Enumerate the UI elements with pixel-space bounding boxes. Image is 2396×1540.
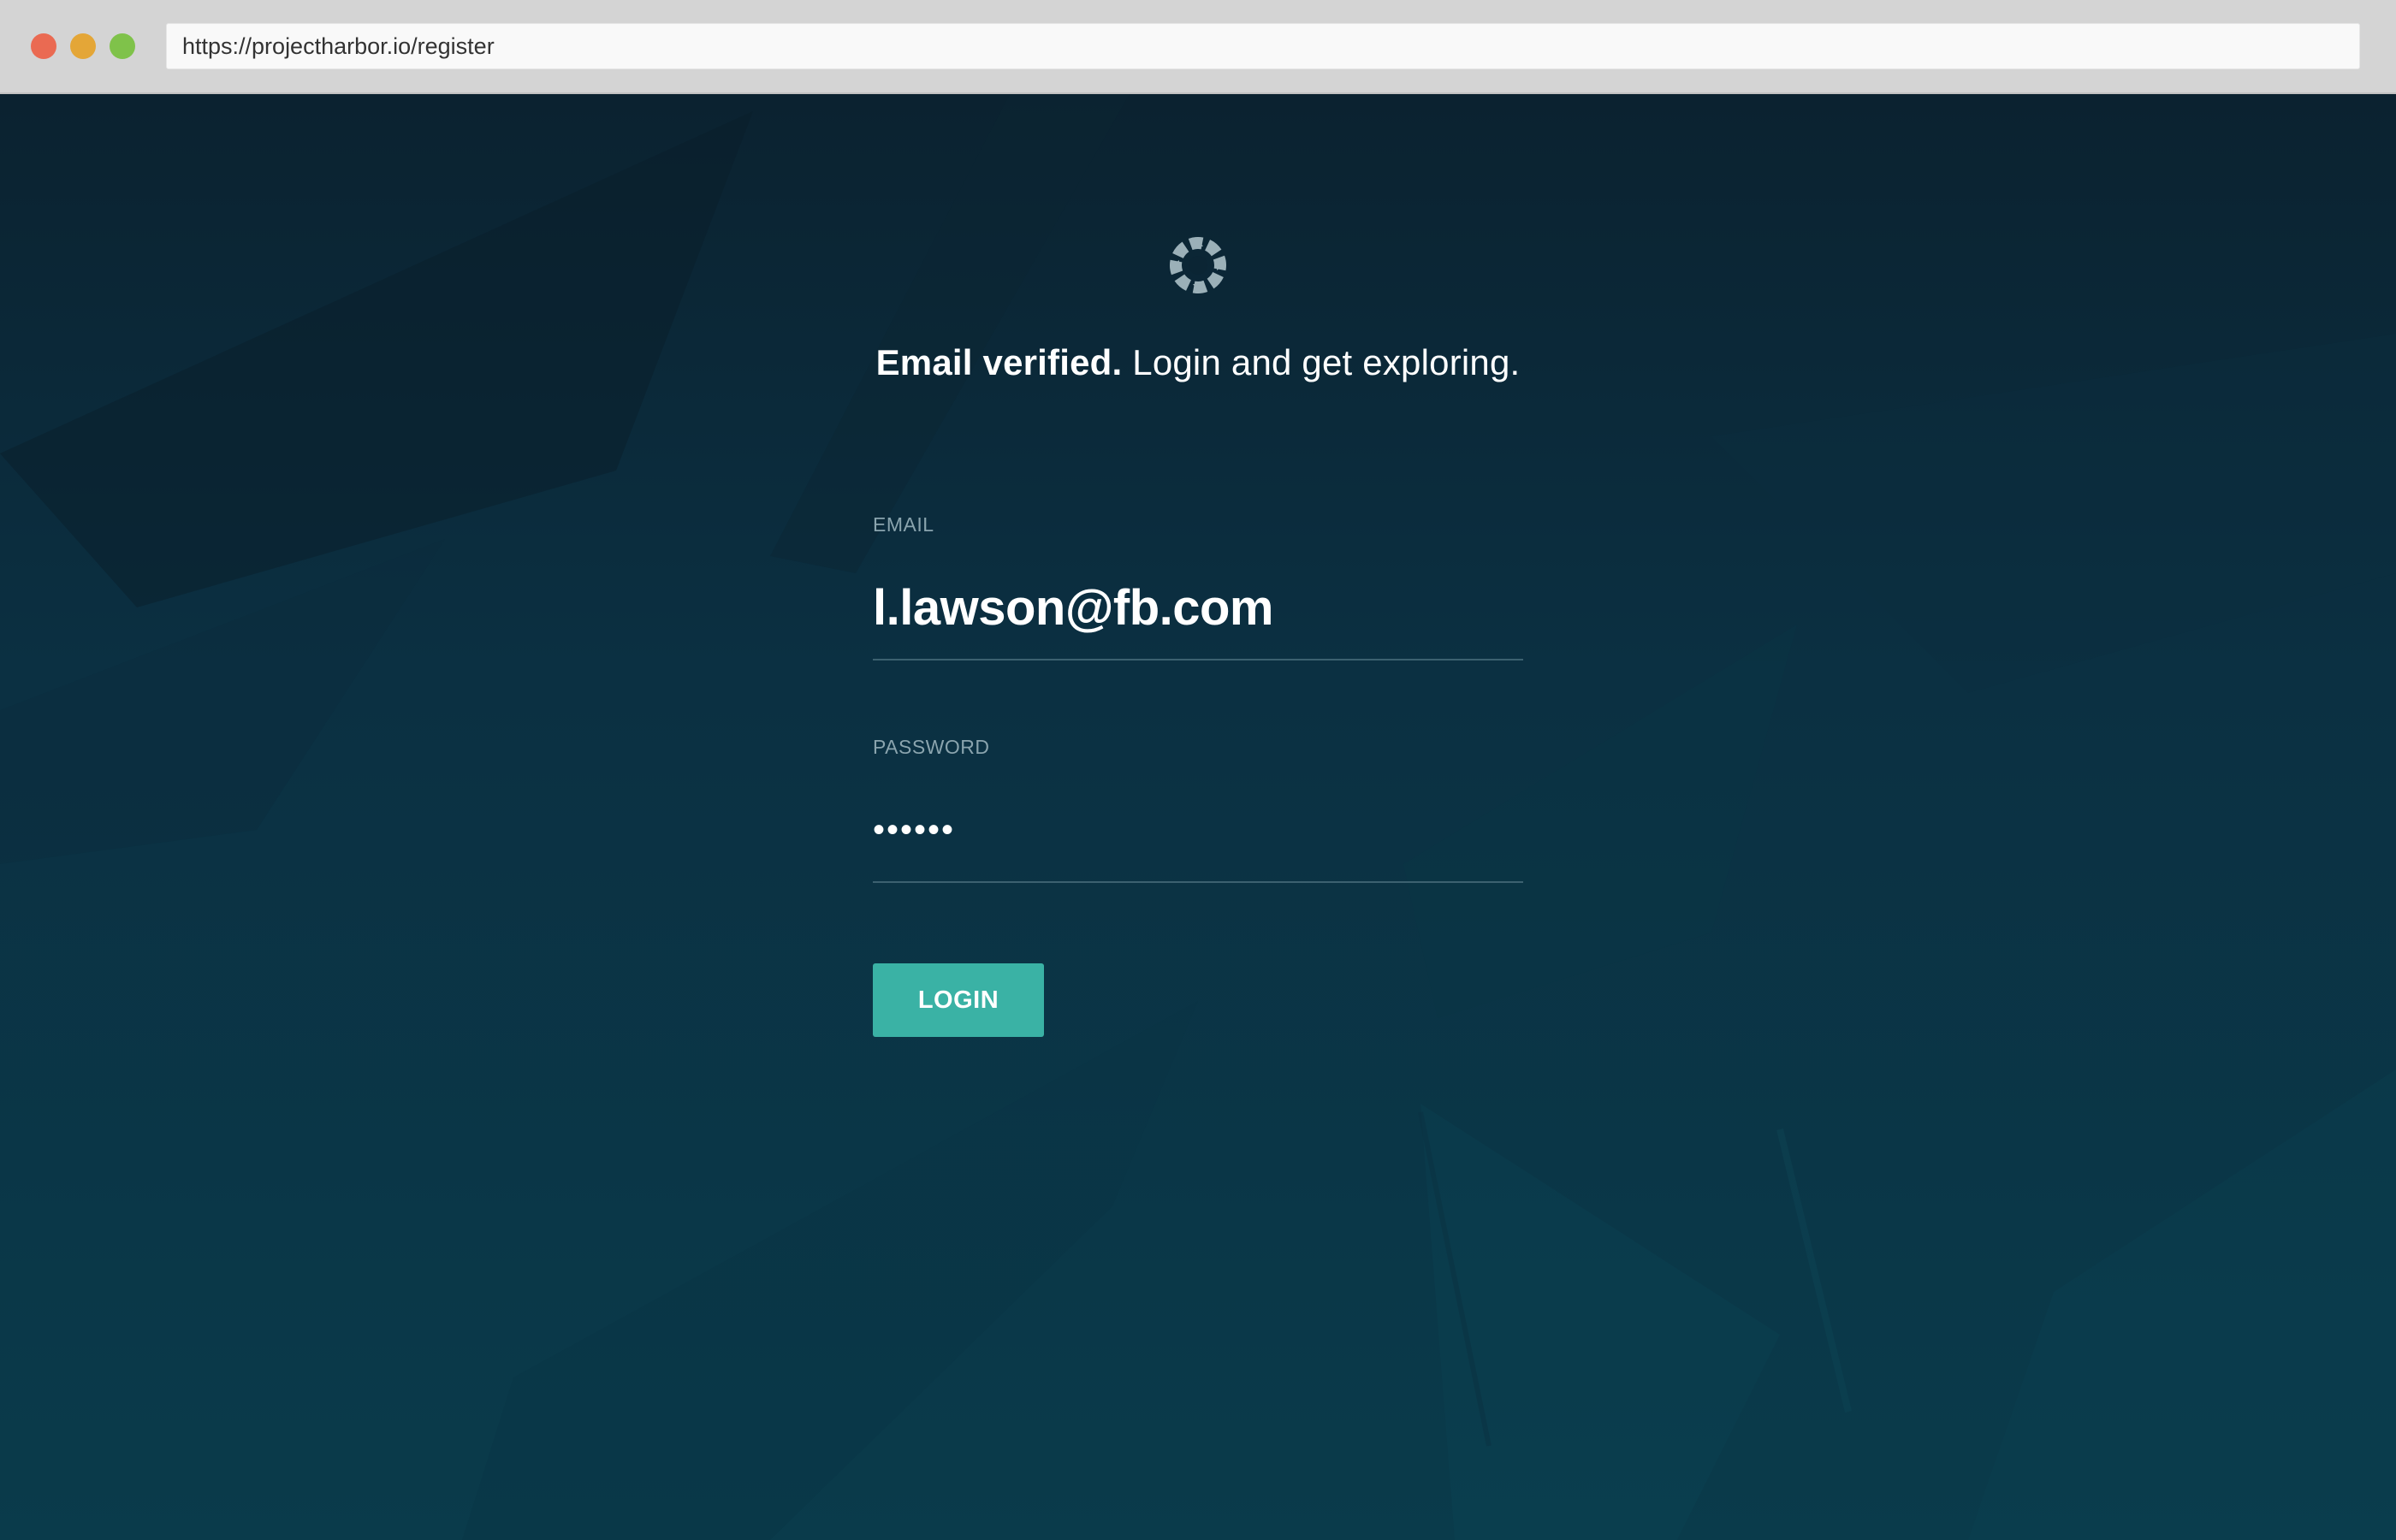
address-bar-url: https://projectharbor.io/register — [182, 33, 495, 59]
page-headline: Email verified. Login and get exploring. — [0, 342, 2396, 383]
headline-strong-text: Email verified. — [875, 342, 1123, 382]
password-field[interactable] — [873, 787, 1523, 873]
login-button[interactable]: LOGIN — [873, 963, 1044, 1037]
browser-window: https://projectharbor.io/register Email … — [0, 0, 2396, 1540]
browser-toolbar: https://projectharbor.io/register — [0, 0, 2396, 94]
address-bar[interactable]: https://projectharbor.io/register — [166, 23, 2360, 69]
minimize-window-button[interactable] — [70, 33, 96, 59]
headline-text: Login and get exploring. — [1122, 342, 1521, 382]
maximize-window-button[interactable] — [110, 33, 135, 59]
password-underline — [873, 881, 1523, 883]
lifebuoy-icon — [1169, 236, 1227, 294]
email-underline — [873, 659, 1523, 660]
password-label: PASSWORD — [873, 736, 990, 758]
email-field[interactable] — [873, 560, 1523, 654]
login-page: Email verified. Login and get exploring.… — [0, 94, 2396, 1540]
close-window-button[interactable] — [31, 33, 56, 59]
email-label: EMAIL — [873, 513, 934, 536]
